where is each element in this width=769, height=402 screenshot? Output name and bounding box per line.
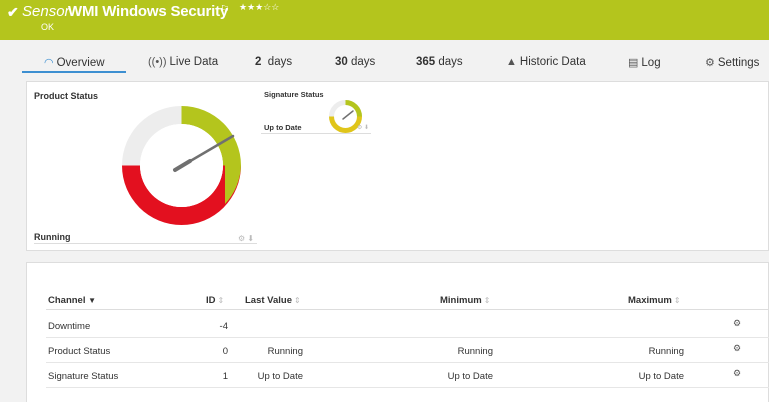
table-row[interactable]: Product Status 0 Running Running Running… bbox=[27, 338, 769, 363]
header-divider bbox=[46, 309, 769, 310]
tab-overview[interactable]: ◠ Overview bbox=[22, 56, 126, 73]
tab-label: days bbox=[438, 56, 463, 68]
sort-icon: ⇕ bbox=[294, 296, 301, 305]
gauge-needle bbox=[342, 110, 354, 120]
signature-status-value: Up to Date bbox=[264, 123, 302, 132]
header-label: Channel bbox=[48, 295, 86, 306]
column-header-last-value[interactable]: Last Value ⇕ bbox=[245, 295, 301, 306]
broadcast-icon: ((•)) bbox=[148, 56, 167, 68]
header-label: Last Value bbox=[245, 295, 292, 306]
header-label: ID bbox=[206, 295, 216, 306]
signature-status-title: Signature Status bbox=[264, 90, 324, 99]
area-chart-icon: ▲ bbox=[506, 56, 517, 68]
row-divider bbox=[46, 387, 769, 388]
gear-icon[interactable]: ⚙ bbox=[733, 318, 741, 329]
column-header-maximum[interactable]: Maximum ⇕ bbox=[628, 295, 681, 306]
column-header-channel[interactable]: Channel ▼ bbox=[48, 295, 96, 306]
minimum-value: Up to Date bbox=[447, 371, 493, 382]
tab-number: 365 bbox=[416, 56, 436, 68]
tab-2-days[interactable]: 2 days bbox=[255, 56, 292, 68]
minimum-value: Running bbox=[457, 346, 493, 357]
gauge-yellow-segment bbox=[329, 116, 362, 133]
sort-icon: ⇕ bbox=[483, 296, 491, 305]
gauge-tools-icon[interactable]: ⚙ ⬇ bbox=[357, 124, 369, 131]
channels-table: Channel ▼ ID ⇕ Last Value ⇕ Minimum ⇕ Maxim… bbox=[26, 262, 769, 402]
channel-id: 1 bbox=[222, 371, 228, 382]
tab-settings[interactable]: ⚙ Settings bbox=[705, 56, 759, 69]
tab-label: Settings bbox=[717, 57, 760, 69]
tab-label: Historic Data bbox=[519, 56, 586, 68]
table-row[interactable]: Signature Status 1 Up to Date Up to Date… bbox=[27, 363, 769, 388]
sort-icon: ⇕ bbox=[217, 296, 225, 305]
flag-icon[interactable]: ⚐ bbox=[220, 3, 230, 16]
tab-log[interactable]: ▤ Log bbox=[628, 56, 661, 69]
tab-label: days bbox=[351, 56, 376, 68]
gauge-green-lower bbox=[223, 165, 241, 204]
gear-icon[interactable]: ⚙ bbox=[733, 368, 741, 379]
tab-365-days[interactable]: 365 days bbox=[416, 56, 463, 68]
log-icon: ▤ bbox=[628, 57, 639, 69]
column-header-id[interactable]: ID ⇕ bbox=[206, 295, 224, 306]
status-text: OK bbox=[41, 22, 55, 32]
tab-label: days bbox=[267, 56, 293, 68]
sensor-header: ✔ Sensor WMI Windows Security ⚐ ★★★☆☆ OK bbox=[0, 0, 769, 40]
tab-30-days[interactable]: 30 days bbox=[335, 56, 375, 68]
channel-name: Downtime bbox=[48, 321, 91, 332]
tab-label: Live Data bbox=[169, 56, 219, 68]
sensor-title: WMI Windows Security bbox=[68, 3, 229, 20]
sort-desc-icon: ▼ bbox=[88, 296, 97, 305]
channel-name: Signature Status bbox=[48, 371, 119, 382]
tab-label: Log bbox=[641, 57, 661, 69]
channel-name: Product Status bbox=[48, 346, 111, 357]
tab-number: 2 bbox=[255, 56, 262, 68]
header-label: Maximum bbox=[628, 295, 672, 306]
tab-live-data[interactable]: ((•)) Live Data bbox=[148, 56, 218, 68]
tab-number: 30 bbox=[335, 56, 348, 68]
gear-icon[interactable]: ⚙ bbox=[733, 343, 741, 354]
column-header-minimum[interactable]: Minimum ⇕ bbox=[440, 295, 490, 306]
last-value: Up to Date bbox=[257, 371, 303, 382]
priority-stars[interactable]: ★★★☆☆ bbox=[239, 2, 279, 13]
divider bbox=[34, 243, 257, 244]
table-row[interactable]: Downtime -4 ⚙ bbox=[27, 313, 769, 338]
last-value: Running bbox=[267, 346, 303, 357]
check-icon: ✔ bbox=[7, 4, 19, 20]
maximum-value: Up to Date bbox=[638, 371, 684, 382]
sensor-label: Sensor bbox=[22, 3, 70, 20]
gear-icon: ⚙ bbox=[705, 57, 715, 69]
product-status-value: Running bbox=[34, 232, 71, 242]
product-status-gauge[interactable] bbox=[120, 104, 243, 227]
overview-gauges-panel: Product Status Running ⚙ ⬇ Signature Sta… bbox=[26, 81, 769, 251]
tab-label: Overview bbox=[56, 57, 105, 69]
header-label: Minimum bbox=[440, 295, 482, 306]
divider bbox=[261, 133, 371, 134]
maximum-value: Running bbox=[648, 346, 684, 357]
channel-id: -4 bbox=[219, 321, 228, 332]
gauge-icon: ◠ bbox=[44, 57, 54, 69]
tab-bar: ◠ Overview ((•)) Live Data 2 days 30 days … bbox=[0, 48, 769, 73]
gauge-tools-icon[interactable]: ⚙ ⬇ bbox=[238, 234, 254, 243]
tab-historic-data[interactable]: ▲ Historic Data bbox=[506, 56, 586, 68]
channel-id: 0 bbox=[222, 346, 228, 357]
product-status-title: Product Status bbox=[34, 91, 99, 101]
sort-icon: ⇕ bbox=[673, 296, 681, 305]
